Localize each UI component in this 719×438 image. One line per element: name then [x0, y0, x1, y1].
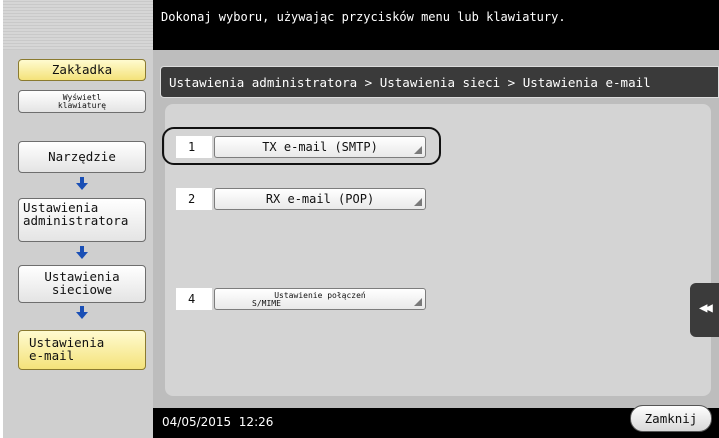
path-tools-label: Narzędzie: [48, 149, 116, 164]
header-band: [153, 0, 719, 50]
bookmark-button[interactable]: Zakładka: [18, 59, 146, 81]
path-tools-button[interactable]: Narzędzie: [18, 141, 146, 173]
sidebar-hatch: [3, 0, 153, 50]
path-network-settings-label-2: sieciowe: [51, 282, 113, 297]
bookmark-label: Zakładka: [51, 62, 113, 77]
menu-row-smime: 4 Ustawienie połączeń S/MIME: [176, 288, 426, 310]
smime-settings-button[interactable]: Ustawienie połączeń S/MIME: [214, 288, 426, 310]
rx-email-pop-label: RX e-mail (POP): [265, 192, 375, 206]
show-keyboard-label-2: klawiaturę: [57, 101, 107, 110]
breadcrumb: Ustawienia administratora > Ustawienia s…: [160, 66, 719, 98]
path-email-settings-label-2: e-mail: [29, 348, 75, 363]
smime-settings-label-2: S/MIME: [252, 299, 281, 308]
breadcrumb-text: Ustawienia administratora > Ustawienia s…: [169, 75, 651, 90]
path-email-settings-button[interactable]: Ustawienia e-mail: [18, 330, 146, 370]
menu-number: 4: [176, 288, 212, 310]
path-admin-settings-button[interactable]: Ustawienia administratora: [18, 198, 146, 242]
rx-email-pop-button[interactable]: RX e-mail (POP): [214, 188, 426, 210]
menu-number: 2: [176, 188, 212, 210]
smime-settings-label-1: Ustawienie połączeń: [274, 291, 366, 300]
close-label: Zamknij: [644, 411, 698, 426]
path-network-settings-button[interactable]: Ustawienia sieciowe: [18, 265, 146, 303]
side-panel-toggle[interactable]: ◀◀: [690, 283, 719, 337]
selection-highlight: [162, 127, 441, 165]
corner-indicator-icon: [414, 198, 422, 206]
menu-row-pop: 2 RX e-mail (POP): [176, 188, 426, 210]
close-button[interactable]: Zamknij: [630, 405, 712, 432]
instruction-text: Dokonaj wyboru, używając przycisków menu…: [161, 10, 566, 24]
double-left-arrow-icon: ◀◀: [699, 300, 713, 316]
corner-indicator-icon: [414, 298, 422, 306]
path-admin-settings-label-2: administratora: [23, 213, 129, 228]
show-keyboard-button[interactable]: Wyświetl klawiaturę: [18, 90, 146, 113]
date-time: 04/05/2015 12:26: [162, 415, 274, 429]
